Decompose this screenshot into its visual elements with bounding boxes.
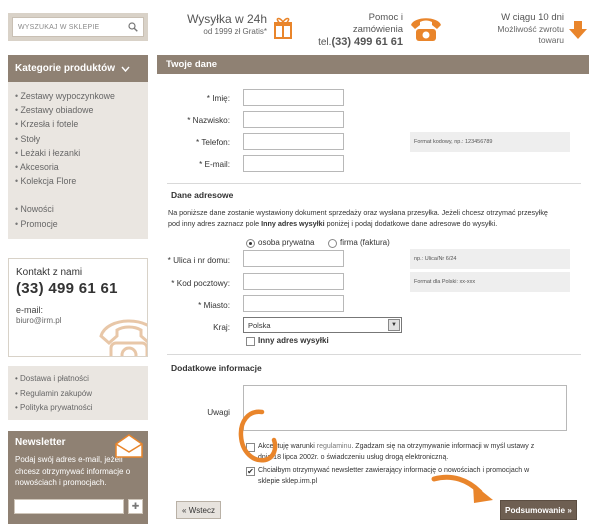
radio-company[interactable] [328,239,337,248]
label-postal: * Kod pocztowy: [171,279,230,288]
link-delivery[interactable]: Dostawa i płatności [15,372,148,387]
form-header: Twoje dane [157,55,589,74]
phone-input[interactable] [243,133,344,150]
category-item[interactable]: Leżaki i łezanki [15,146,148,160]
phone-icon [411,18,441,41]
label-email: * E-mail: [199,160,230,169]
newsletter-consent-checkbox[interactable]: ✔ [246,467,255,476]
return-sub: Możliwość zwrotu towaru [497,23,564,45]
radio-private-person[interactable] [246,239,255,248]
gift-icon [274,17,292,39]
search-placeholder: WYSZUKAJ W SKLEPIE [18,23,100,31]
phone-icon [99,319,147,356]
search-icon[interactable] [128,22,138,32]
return-info: W ciągu 10 dni Możliwość zwrotu towaru [470,12,564,45]
address-note-bold: Inny adres wysyłki [261,219,325,228]
email-input[interactable] [243,155,344,172]
sidebar-item-news[interactable]: Nowości [15,202,148,216]
address-note-line1: Na poniższe dane zostanie wystawiony dok… [168,208,548,217]
help-info: Pomoc i zamówienia tel.(33) 499 61 61 [318,12,403,50]
category-item[interactable]: Zestawy wypoczynkowe [15,89,148,103]
street-input[interactable] [243,250,344,267]
newsletter-submit-button[interactable]: ✚ [128,499,143,514]
newsletter-consent-text: Chciałbym otrzymywać newsletter zawieraj… [258,465,568,487]
sidebar-item-promotions[interactable]: Promocje [15,217,148,231]
plus-icon: ✚ [131,501,140,511]
shipping-sub: od 1999 zł Gratis* [203,27,267,36]
newsletter-email-input[interactable] [14,499,124,514]
category-item[interactable]: Stoły [15,132,148,146]
link-terms[interactable]: Regulamin zakupów [15,387,148,402]
address-title: Dane adresowe [171,190,234,200]
terms-link[interactable]: regulaminu [317,443,352,450]
address-note-line2a: pod inny adres zaznacz pole [168,219,262,228]
form-title: Twoje dane [166,59,218,70]
other-address-label: Inny adres wysyłki [258,336,329,345]
terms-text-b: . Zgadzam się na otrzymywanie informacji… [351,443,535,450]
contact-title: Kontakt z nami [16,267,83,278]
divider [167,183,581,184]
dropdown-arrow-icon[interactable]: ▼ [388,319,400,331]
label-country: Kraj: [213,323,230,332]
city-input[interactable] [243,295,344,312]
newsletter-consent-a: Chciałbym otrzymywać newsletter zawieraj… [258,467,530,474]
country-value: Polska [248,320,271,330]
help-tel-prefix: tel. [318,36,332,48]
newsletter-box: Newsletter Podaj swój adres e-mail, jeże… [8,431,148,524]
terms-text-c: dnia 18 lipca 2002r. o świadczeniu usług… [258,454,449,461]
street-hint: np.: Ulica/Nr 6/24 [410,249,570,269]
label-street: * Ulica i nr domu: [167,256,230,265]
help-title: Pomoc i zamówienia [352,12,403,35]
categories-title: Kategorie produktów [15,63,116,74]
chevron-down-icon [121,66,130,72]
last-name-input[interactable] [243,111,344,128]
back-button[interactable]: « Wstecz [176,501,221,519]
categories-list: Zestawy wypoczynkowe Zestawy obiadowe Kr… [8,82,148,239]
arrow-down-icon [569,21,587,39]
terms-text: Akceptuję warunki regulaminu. Zgadzam si… [258,441,568,463]
radio-private-label: osoba prywatna [258,238,315,247]
link-privacy[interactable]: Polityka prywatności [15,401,148,416]
phone-hint: Format kodowy, np.: 123456789 [410,132,570,152]
order-form: * Imię: * Nazwisko: * Telefon: Format ko… [157,74,589,524]
newsletter-desc: Podaj swój adres e-mail, jeżeli chcesz o… [15,455,131,487]
extra-info-title: Dodatkowe informacje [171,363,262,373]
sidebar: Kategorie produktów Zestawy wypoczynkowe… [8,55,148,239]
label-first-name: * Imię: [206,94,230,103]
radio-company-label: firma (faktura) [340,238,390,247]
postal-input[interactable] [243,273,344,290]
label-notes: Uwagi [207,408,230,417]
search-box: WYSZUKAJ W SKLEPIE [8,13,148,41]
category-item[interactable]: Akcesoria [15,160,148,174]
envelope-icon [115,434,143,458]
terms-text-a: Akceptuję warunki [258,443,317,450]
address-note-line2b: poniżej i podaj dodatkowe dane adresowe … [324,219,498,228]
info-links: Dostawa i płatności Regulamin zakupów Po… [8,366,148,420]
categories-header[interactable]: Kategorie produktów [8,55,148,82]
address-note: Na poniższe dane zostanie wystawiony dok… [168,207,586,229]
country-select[interactable]: Polska ▼ [243,317,402,333]
other-address-checkbox[interactable] [246,337,255,346]
postal-hint: Format dla Polski: xx-xxx [410,272,570,292]
shipping-title: Wysyłka w 24h [187,12,267,26]
search-input[interactable]: WYSZUKAJ W SKLEPIE [12,17,144,37]
terms-checkbox[interactable] [246,443,255,452]
contact-phone: (33) 499 61 61 [16,280,118,297]
label-phone: * Telefon: [196,138,230,147]
summary-button[interactable]: Podsumowanie » [500,500,577,520]
category-item[interactable]: Kolekcja Flore [15,174,148,188]
newsletter-consent-b: sklepie sklep.irm.pl [258,478,318,485]
help-phone: tel.(33) 499 61 61 [318,36,403,50]
first-name-input[interactable] [243,89,344,106]
divider [167,354,581,355]
shipping-info: Wysyłka w 24h od 1999 zł Gratis* [185,12,267,37]
notes-textarea[interactable] [243,385,567,431]
help-tel-number: (33) 499 61 61 [331,35,403,48]
category-item[interactable]: Zestawy obiadowe [15,103,148,117]
label-last-name: * Nazwisko: [187,116,230,125]
label-city: * Miasto: [198,301,230,310]
contact-box: Kontakt z nami (33) 499 61 61 e-mail: bi… [8,258,148,357]
category-item[interactable]: Krzesła i fotele [15,117,148,131]
return-title: W ciągu 10 dni [501,12,564,23]
